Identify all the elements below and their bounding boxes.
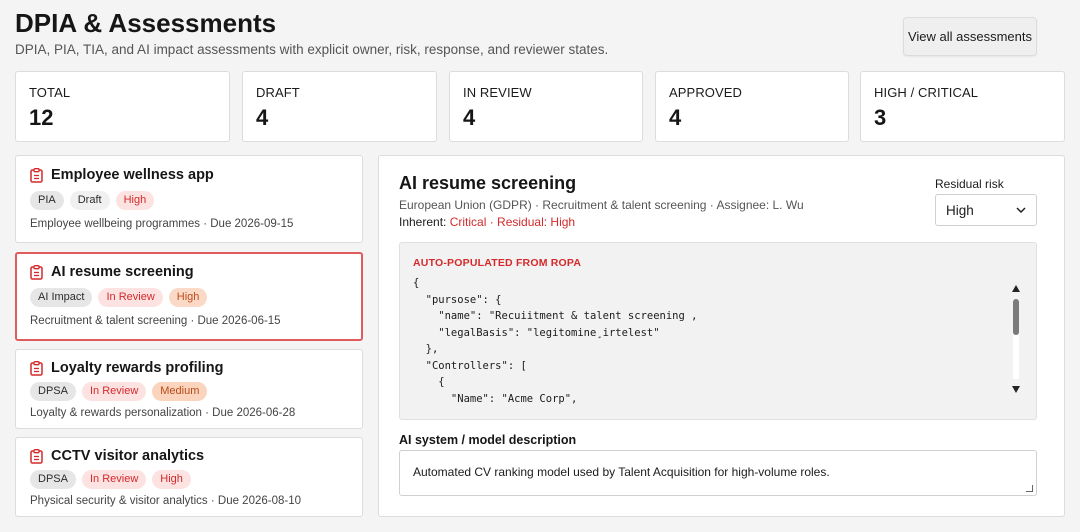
clipboard-icon xyxy=(30,167,43,183)
assessment-name: Loyalty rewards profiling xyxy=(51,360,224,376)
assessment-card-loyalty-rewards[interactable]: Loyalty rewards profiling DPSA In Review… xyxy=(15,349,363,429)
ropa-code: { "pursose": { "name": "Recuiitment & ta… xyxy=(413,277,698,405)
scroll-down-arrow-icon[interactable] xyxy=(1012,386,1020,393)
stat-value: 4 xyxy=(463,105,476,130)
clipboard-icon xyxy=(30,448,43,464)
stat-label: IN REVIEW xyxy=(463,85,532,100)
assessment-card-cctv-visitor[interactable]: CCTV visitor analytics DPSA In Review Hi… xyxy=(15,437,363,517)
risk-badge: High xyxy=(152,470,191,490)
type-badge: DPSA xyxy=(30,382,76,402)
inherent-label: Inherent: xyxy=(399,215,450,229)
assessment-detail-panel: AI resume screening European Union (GDPR… xyxy=(378,155,1065,517)
ropa-label: AUTO-POPULATED FROM ROPA xyxy=(413,257,582,269)
ai-description-value: Automated CV ranking model used by Talen… xyxy=(413,465,830,479)
ropa-code-box[interactable]: AUTO-POPULATED FROM ROPA { "pursose": { … xyxy=(399,242,1037,420)
stat-in-review: IN REVIEW 4 xyxy=(449,71,643,142)
assessment-name: CCTV visitor analytics xyxy=(51,448,205,464)
type-badge: DPSA xyxy=(30,470,76,490)
stat-label: DRAFT xyxy=(256,85,300,100)
detail-title: AI resume screening xyxy=(399,173,577,193)
assessment-meta: Employee wellbeing programmes · Due 2026… xyxy=(30,218,294,231)
inherent-value: Critical · Residual: High xyxy=(449,215,576,229)
inherent-risk-line: Inherent: Critical · Residual: High xyxy=(399,215,575,229)
ai-description-label: AI system / model description xyxy=(399,433,577,447)
risk-badge: High xyxy=(115,191,155,211)
assessment-meta: Recruitment & talent screening · Due 202… xyxy=(30,315,281,328)
assessment-name: Employee wellness app xyxy=(51,167,214,183)
ai-description-textarea[interactable]: Automated CV ranking model used by Talen… xyxy=(399,450,1037,496)
clipboard-icon xyxy=(30,360,43,376)
risk-badge: Medium xyxy=(152,382,208,402)
stat-total: TOTAL 12 xyxy=(15,71,230,142)
stat-label: TOTAL xyxy=(29,85,71,100)
risk-badge: High xyxy=(168,288,208,308)
type-badge: PIA xyxy=(30,191,64,211)
status-badge: In Review xyxy=(98,288,163,308)
view-all-assessments-button[interactable]: View all assessments xyxy=(903,17,1037,56)
assessment-name: AI resume screening xyxy=(51,264,194,280)
scrollbar-track[interactable] xyxy=(1013,335,1019,379)
stat-draft: DRAFT 4 xyxy=(242,71,437,142)
assessment-card-employee-wellness[interactable]: Employee wellness app PIA Draft High Emp… xyxy=(15,155,363,243)
type-badge: AI Impact xyxy=(30,288,93,308)
stat-label: APPROVED xyxy=(669,85,743,100)
stat-value: 3 xyxy=(874,105,887,130)
stat-value: 4 xyxy=(669,105,682,130)
stat-label: HIGH / CRITICAL xyxy=(874,85,979,100)
residual-risk-label: Residual risk xyxy=(935,177,1004,191)
residual-risk-select[interactable]: High xyxy=(935,194,1037,226)
assessment-meta: Loyalty & rewards personalization · Due … xyxy=(30,407,296,420)
assessment-card-ai-resume[interactable]: AI resume screening AI Impact In Review … xyxy=(15,252,363,341)
stat-approved: APPROVED 4 xyxy=(655,71,849,142)
stat-high-critical: HIGH / CRITICAL 3 xyxy=(860,71,1065,142)
chevron-down-icon xyxy=(1016,207,1026,213)
detail-subtitle: European Union (GDPR) · Recruitment & ta… xyxy=(399,198,804,212)
page-subtitle: DPIA, PIA, TIA, and AI impact assessment… xyxy=(15,42,609,57)
assessment-meta: Physical security & visitor analytics · … xyxy=(30,495,302,508)
status-badge: Draft xyxy=(69,191,110,211)
stat-value: 12 xyxy=(29,105,54,130)
status-badge: In Review xyxy=(81,470,147,490)
stat-value: 4 xyxy=(256,105,269,130)
resize-handle-icon[interactable] xyxy=(1026,485,1033,492)
scrollbar-thumb[interactable] xyxy=(1013,299,1019,335)
scroll-up-arrow-icon[interactable] xyxy=(1012,285,1020,292)
clipboard-icon xyxy=(30,264,43,280)
page-title: DPIA & Assessments xyxy=(15,8,277,38)
residual-risk-value: High xyxy=(946,202,974,218)
status-badge: In Review xyxy=(81,382,147,402)
